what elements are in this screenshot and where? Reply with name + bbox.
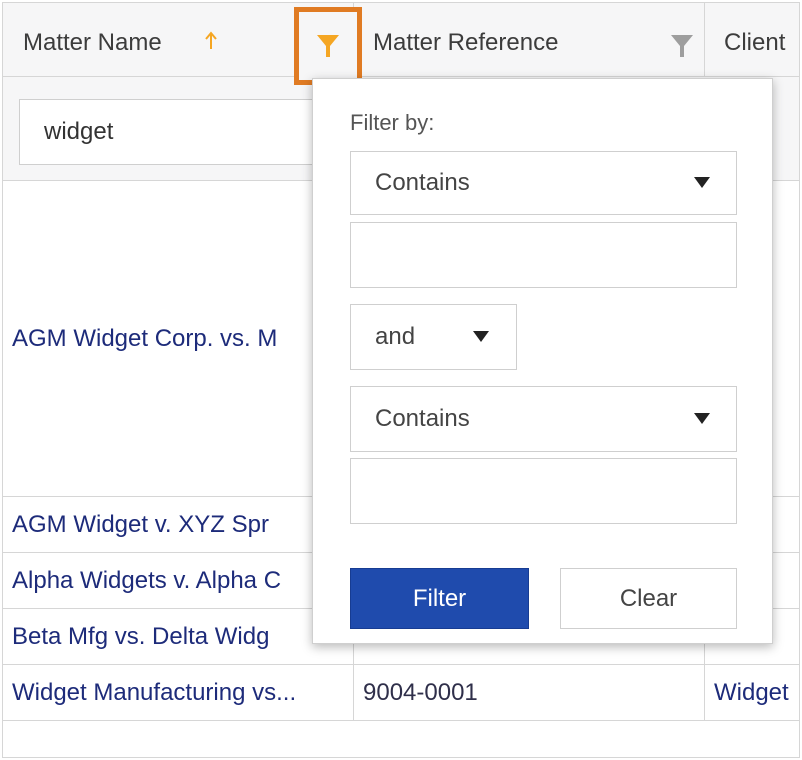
clear-button[interactable]: Clear <box>560 568 737 629</box>
condition-1-input[interactable] <box>350 222 737 288</box>
filter-popup-title: Filter by: <box>350 110 435 135</box>
column-header-label: Matter Name <box>23 29 162 56</box>
condition-2-value: Contains <box>375 405 470 432</box>
matter-name-link[interactable]: AGM Widget Corp. vs. M <box>12 325 277 353</box>
matters-grid: Matter Name Matter Reference Client AGM … <box>2 2 800 758</box>
client-link[interactable]: Widget <box>714 679 789 707</box>
matter-name-filter-input[interactable] <box>19 99 349 165</box>
caret-down-icon <box>473 331 489 342</box>
matter-name-link[interactable]: Beta Mfg vs. Delta Widg <box>12 623 269 651</box>
matter-reference-cell: 9004-0001 <box>363 678 478 706</box>
operator-select[interactable]: and <box>350 304 517 370</box>
matter-name-link[interactable]: Widget Manufacturing vs... <box>12 679 296 707</box>
condition-1-select[interactable]: Contains <box>350 151 737 215</box>
matter-name-filter-button[interactable] <box>294 7 362 85</box>
column-header-client[interactable]: Client <box>705 3 799 77</box>
filter-button[interactable]: Filter <box>350 568 529 629</box>
filter-popup: Filter by: Contains and Contains Filter … <box>312 78 773 644</box>
condition-1-value: Contains <box>375 169 470 196</box>
condition-2-input[interactable] <box>350 458 737 524</box>
condition-2-select[interactable]: Contains <box>350 386 737 452</box>
funnel-icon[interactable] <box>670 33 694 59</box>
caret-down-icon <box>694 413 710 424</box>
matter-name-link[interactable]: Alpha Widgets v. Alpha C <box>12 567 281 595</box>
column-header-label: Client <box>724 29 786 56</box>
caret-down-icon <box>694 177 710 188</box>
funnel-icon <box>317 35 339 57</box>
column-header-matter-reference[interactable]: Matter Reference <box>354 3 705 77</box>
column-header-label: Matter Reference <box>373 29 559 56</box>
table-row[interactable]: Widget Manufacturing vs... 9004-0001 Wid… <box>3 665 799 721</box>
matter-name-link[interactable]: AGM Widget v. XYZ Spr <box>12 511 269 539</box>
operator-value: and <box>375 323 416 350</box>
sort-ascending-icon[interactable] <box>202 29 220 53</box>
